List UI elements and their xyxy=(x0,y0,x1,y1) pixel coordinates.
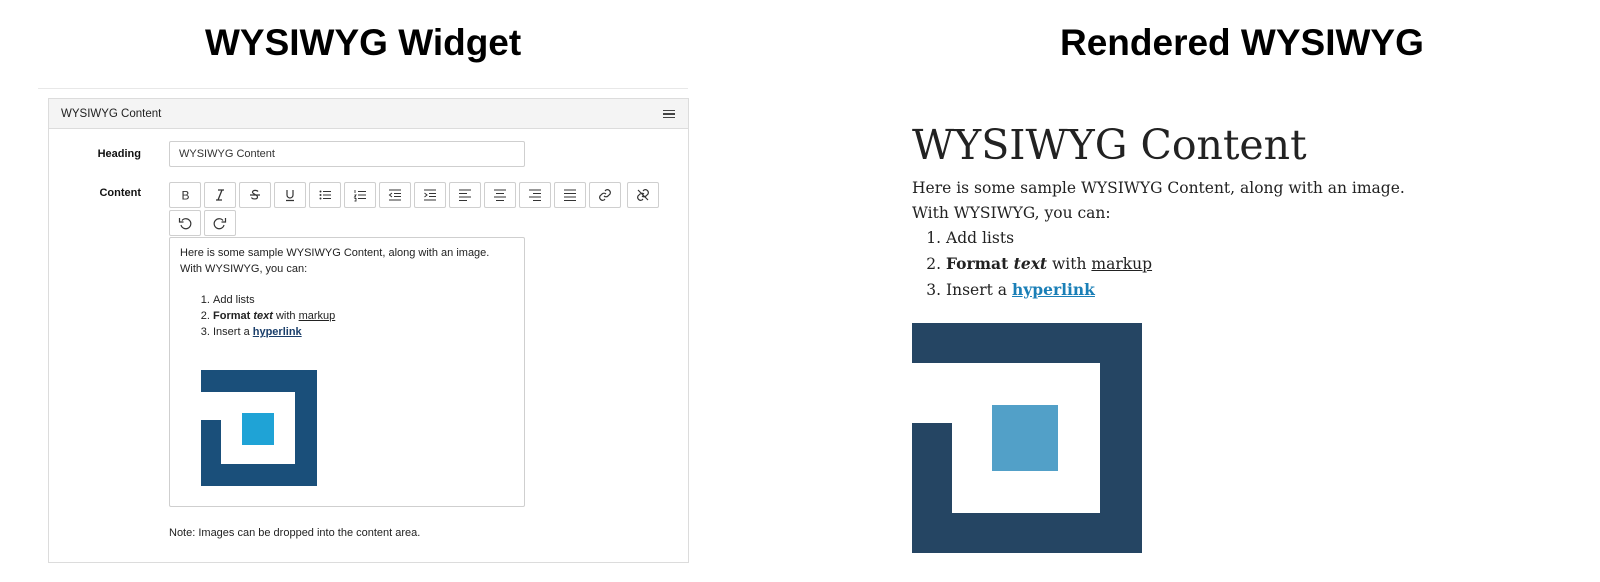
outdent-icon xyxy=(388,189,401,201)
list-item: Insert a hyperlink xyxy=(946,277,1552,303)
undo-button[interactable] xyxy=(169,210,201,236)
bold-icon: B xyxy=(182,189,190,203)
drag-handle-icon[interactable] xyxy=(662,107,676,121)
rendered-logo-image xyxy=(912,323,1552,557)
align-left-icon xyxy=(459,189,471,201)
italic-button[interactable] xyxy=(204,182,236,208)
align-center-button[interactable] xyxy=(484,182,516,208)
heading-label: Heading xyxy=(97,148,141,160)
list-item: Add lists xyxy=(946,226,1552,251)
indent-icon xyxy=(424,189,436,201)
italic-icon xyxy=(216,189,224,201)
wysiwyg-widget-panel: WYSIWYG Content Heading Content B xyxy=(48,98,689,563)
unlink-icon xyxy=(637,189,649,201)
numbered-list-icon xyxy=(353,190,366,202)
logo-icon xyxy=(201,370,317,486)
align-left-button[interactable] xyxy=(449,182,481,208)
editor-hyperlink[interactable]: hyperlink xyxy=(253,326,302,338)
redo-button[interactable] xyxy=(204,210,236,236)
content-label: Content xyxy=(99,187,141,199)
logo-icon xyxy=(912,323,1142,553)
unlink-button[interactable] xyxy=(627,182,659,208)
bullet-list-icon xyxy=(319,190,331,200)
bold-button[interactable]: B xyxy=(169,182,201,208)
justify-button[interactable] xyxy=(554,182,586,208)
bullet-list-button[interactable] xyxy=(309,182,341,208)
align-right-button[interactable] xyxy=(519,182,551,208)
rendered-line-1: Here is some sample WYSIWYG Content, alo… xyxy=(912,179,1405,197)
list-item: Format text with markup xyxy=(946,251,1552,277)
link-icon xyxy=(599,189,611,201)
logo-image[interactable] xyxy=(201,370,514,491)
underline-button[interactable] xyxy=(274,182,306,208)
editor-list: Add lists Format text with markup Insert… xyxy=(180,292,514,340)
rendered-title: Rendered WYSIWYG xyxy=(1060,22,1424,63)
list-item: Insert a hyperlink xyxy=(213,324,514,340)
list-item: Format text with markup xyxy=(213,308,514,324)
panel-title: WYSIWYG Content xyxy=(61,107,162,120)
editor-line-2: With WYSIWYG, you can: xyxy=(180,263,308,275)
numbered-list-button[interactable] xyxy=(344,182,376,208)
divider xyxy=(38,88,688,89)
outdent-button[interactable] xyxy=(379,182,411,208)
rendered-hyperlink[interactable]: hyperlink xyxy=(1012,280,1095,299)
align-right-icon xyxy=(529,189,541,201)
link-button[interactable] xyxy=(589,182,621,208)
strikethrough-icon xyxy=(250,189,260,200)
widget-title: WYSIWYG Widget xyxy=(205,22,522,63)
align-center-icon xyxy=(494,189,506,201)
editor-line-1: Here is some sample WYSIWYG Content, alo… xyxy=(180,247,490,259)
rendered-output: WYSIWYG Content Here is some sample WYSI… xyxy=(912,118,1552,557)
justify-icon xyxy=(564,189,576,201)
redo-icon xyxy=(213,218,227,230)
note-text: Note: Images can be dropped into the con… xyxy=(169,527,421,539)
strikethrough-button[interactable] xyxy=(239,182,271,208)
rendered-list: Add lists Format text with markup Insert… xyxy=(912,226,1552,303)
svg-text:B: B xyxy=(182,189,190,203)
indent-button[interactable] xyxy=(414,182,446,208)
rendered-heading: WYSIWYG Content xyxy=(912,121,1307,169)
content-editor[interactable]: Here is some sample WYSIWYG Content, alo… xyxy=(169,237,525,507)
panel-header[interactable]: WYSIWYG Content xyxy=(49,99,688,129)
heading-input[interactable] xyxy=(169,141,525,167)
rendered-line-2: With WYSIWYG, you can: xyxy=(912,204,1111,222)
underline-icon xyxy=(286,190,294,202)
undo-icon xyxy=(178,218,192,230)
list-item: Add lists xyxy=(213,292,514,308)
